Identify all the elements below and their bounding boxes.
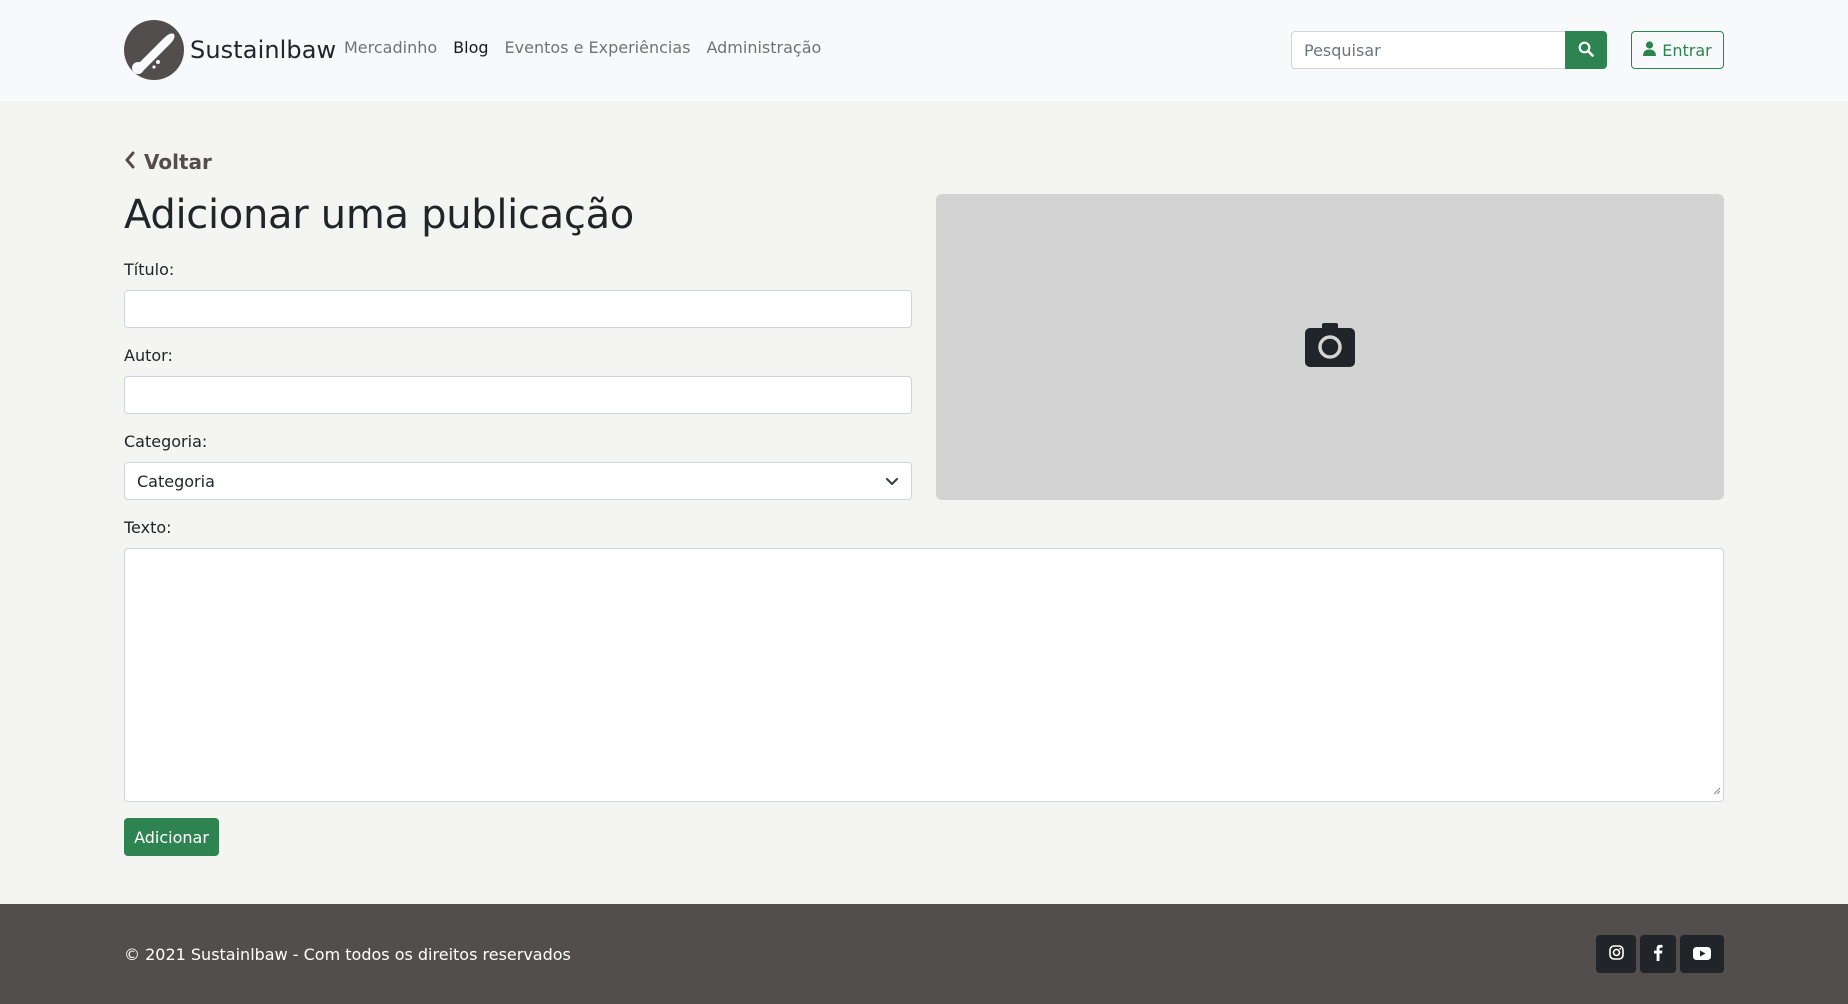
search-icon [1578, 41, 1594, 60]
brand-logo [124, 19, 184, 80]
login-label: Entrar [1662, 40, 1712, 60]
search-input[interactable] [1291, 31, 1565, 69]
nav-links: Mercadinho Blog Eventos e Experiências A… [344, 38, 821, 57]
youtube-icon [1693, 945, 1711, 964]
footer: © 2021 Sustainlbaw - Com todos os direit… [0, 904, 1848, 1004]
category-select[interactable]: Categoria [124, 462, 912, 500]
author-input[interactable] [124, 376, 912, 414]
category-label: Categoria: [124, 432, 208, 451]
back-link[interactable]: Voltar [124, 150, 212, 174]
nav-link-administracao[interactable]: Administração [706, 38, 821, 57]
instagram-button[interactable] [1596, 935, 1636, 973]
image-upload-area[interactable] [936, 194, 1724, 500]
page-title: Adicionar uma publicação [124, 192, 634, 238]
nav-link-blog[interactable]: Blog [453, 38, 488, 57]
chevron-left-icon [124, 150, 136, 174]
brand[interactable]: Sustainlbaw [124, 19, 336, 80]
nav-link-eventos[interactable]: Eventos e Experiências [505, 38, 691, 57]
facebook-icon [1653, 944, 1663, 965]
author-label: Autor: [124, 346, 173, 365]
text-area[interactable] [124, 548, 1724, 802]
user-icon [1643, 40, 1657, 60]
back-label: Voltar [144, 150, 212, 174]
social-links [1596, 935, 1724, 973]
login-button[interactable]: Entrar [1631, 31, 1724, 69]
search-form [1291, 31, 1607, 69]
brand-name: Sustainlbaw [190, 35, 337, 64]
submit-button[interactable]: Adicionar [124, 818, 219, 856]
title-input[interactable] [124, 290, 912, 328]
nav-link-mercadinho[interactable]: Mercadinho [344, 38, 437, 57]
copyright-text: © 2021 Sustainlbaw - Com todos os direit… [124, 945, 571, 964]
title-label: Título: [124, 260, 175, 279]
text-label: Texto: [124, 518, 172, 537]
youtube-button[interactable] [1680, 935, 1724, 973]
facebook-button[interactable] [1640, 935, 1676, 973]
category-selected: Categoria [137, 471, 215, 491]
resize-handle-icon[interactable] [1713, 780, 1721, 799]
camera-icon [1305, 323, 1355, 371]
instagram-icon [1608, 944, 1624, 964]
search-button[interactable] [1565, 31, 1607, 69]
chevron-down-icon [885, 472, 899, 491]
navbar: Sustainlbaw Mercadinho Blog Eventos e Ex… [0, 0, 1848, 101]
